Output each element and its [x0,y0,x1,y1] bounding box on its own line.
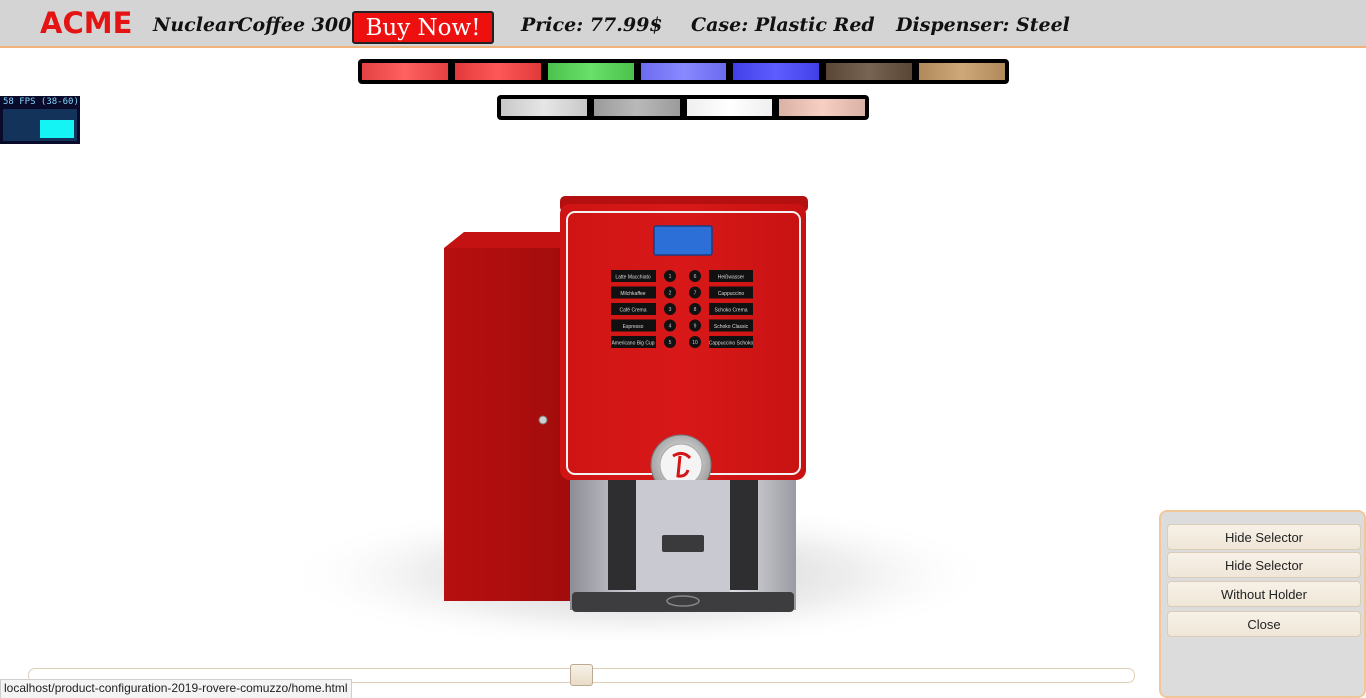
case-swatch-red[interactable] [454,63,541,80]
brand-logo: ACME [40,6,133,40]
dispenser-swatch-silver[interactable] [501,99,587,116]
side-cabinet-top [444,232,570,248]
status-bar-url: localhost/product-configuration-2019-rov… [0,679,352,698]
menu-right-number: 9 [694,324,697,330]
cabinet-lock [538,415,548,425]
menu-left-label: Milchkaffee [620,291,645,297]
top-bar: ACME NuclearCoffee 3000 Buy Now! Price: … [0,0,1366,48]
fps-graph-fill [40,120,74,138]
dispenser-swatch-gray[interactable] [593,99,680,116]
product-name: NuclearCoffee 3000 [153,14,365,36]
menu-left-label: Americano Big Cup [611,341,654,347]
dispenser-swatch-white[interactable] [686,99,773,116]
menu-right-label: Cappuccino Schoko [709,341,754,347]
menu-left-label: Latte Macchiato [615,275,651,281]
rotation-slider-thumb[interactable] [570,664,593,686]
menu-right-number: 10 [692,340,698,346]
menu-right-label: Cappuccino [718,291,745,297]
side-cabinet [444,248,576,601]
dispenser-right-post [730,480,758,590]
menu-right-label: Heißwasser [718,275,745,281]
options-panel: Hide Selector Hide Selector Without Hold… [1159,510,1366,698]
dispenser-swatch-rose[interactable] [779,99,865,116]
buy-now-button[interactable]: Buy Now! [352,11,494,44]
fps-monitor[interactable]: 58 FPS (38-60) [0,96,80,144]
menu-left-label: Espresso [623,324,644,330]
dispenser-label: Dispenser: Steel [896,14,1070,36]
menu-left-number: 1 [669,274,672,280]
case-swatch-blue[interactable] [733,63,820,80]
product-3d-viewport[interactable]: Latte Macchiato 1 6 Heißwasser Milchkaffee 2 7… [260,180,1040,650]
case-swatch-light-wood[interactable] [919,63,1006,80]
menu-right-number: 8 [694,307,697,313]
case-swatch-blue-light[interactable] [640,63,727,80]
case-label: Case: Plastic Red [691,14,875,36]
menu-right-label: Schoko Crema [714,308,747,314]
fps-readout: 58 FPS (38-60) [3,97,79,107]
menu-left-number: 2 [669,291,672,297]
menu-right-number: 6 [694,274,697,280]
menu-left-number: 4 [669,324,672,330]
case-swatch-green[interactable] [547,63,634,80]
menu-left-number: 3 [669,307,672,313]
without-holder-button[interactable]: Without Holder [1167,581,1361,607]
hide-selector-button-2[interactable]: Hide Selector [1167,552,1361,578]
menu-right-label: Schoko Classic [714,324,749,330]
menu-left-number: 5 [669,340,672,346]
fps-graph [3,109,77,141]
hide-selector-button[interactable]: Hide Selector [1167,524,1361,550]
menu-left-label: Café Crema [620,308,647,314]
dispenser-color-selector [497,95,869,120]
case-color-selector [358,59,1009,84]
machine-display [653,225,713,256]
coffee-machine-render: Latte Macchiato 1 6 Heißwasser Milchkaffee 2 7… [280,196,1000,650]
drip-tray [572,592,794,612]
close-button[interactable]: Close [1167,611,1361,637]
dispenser-left-post [608,480,636,590]
price-label: Price: 77.99$ [521,14,663,36]
spout [662,535,704,552]
menu-right-number: 7 [694,291,697,297]
case-swatch-dark-wood[interactable] [826,63,913,80]
case-swatch-red-light[interactable] [362,63,448,80]
brand-emblem [659,443,703,487]
